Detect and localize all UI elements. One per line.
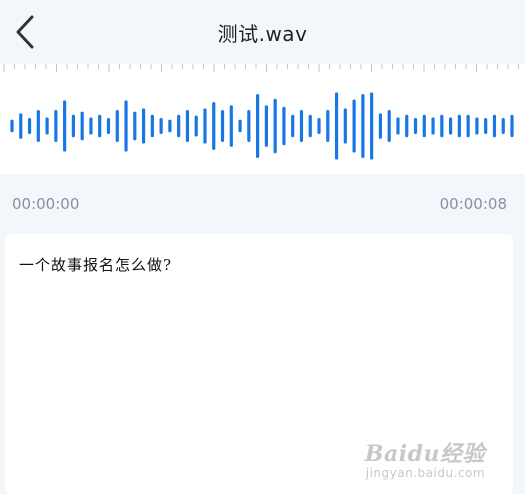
end-time: 00:00:08 xyxy=(439,195,507,213)
watermark: Baidu经验 jingyan.baidu.com xyxy=(365,436,485,480)
time-row: 00:00:00 00:00:08 xyxy=(0,192,525,218)
transcript-card: 一个故事报名怎么做? Baidu经验 jingyan.baidu.com xyxy=(5,234,513,494)
start-time: 00:00:00 xyxy=(12,195,80,213)
transcript-text: 一个故事报名怎么做? xyxy=(19,256,173,274)
watermark-brand: Baidu经验 xyxy=(364,441,485,467)
waveform[interactable] xyxy=(0,64,525,174)
waveform-panel[interactable] xyxy=(0,64,525,174)
header: 测试.wav xyxy=(0,0,525,64)
page-title: 测试.wav xyxy=(217,22,308,46)
